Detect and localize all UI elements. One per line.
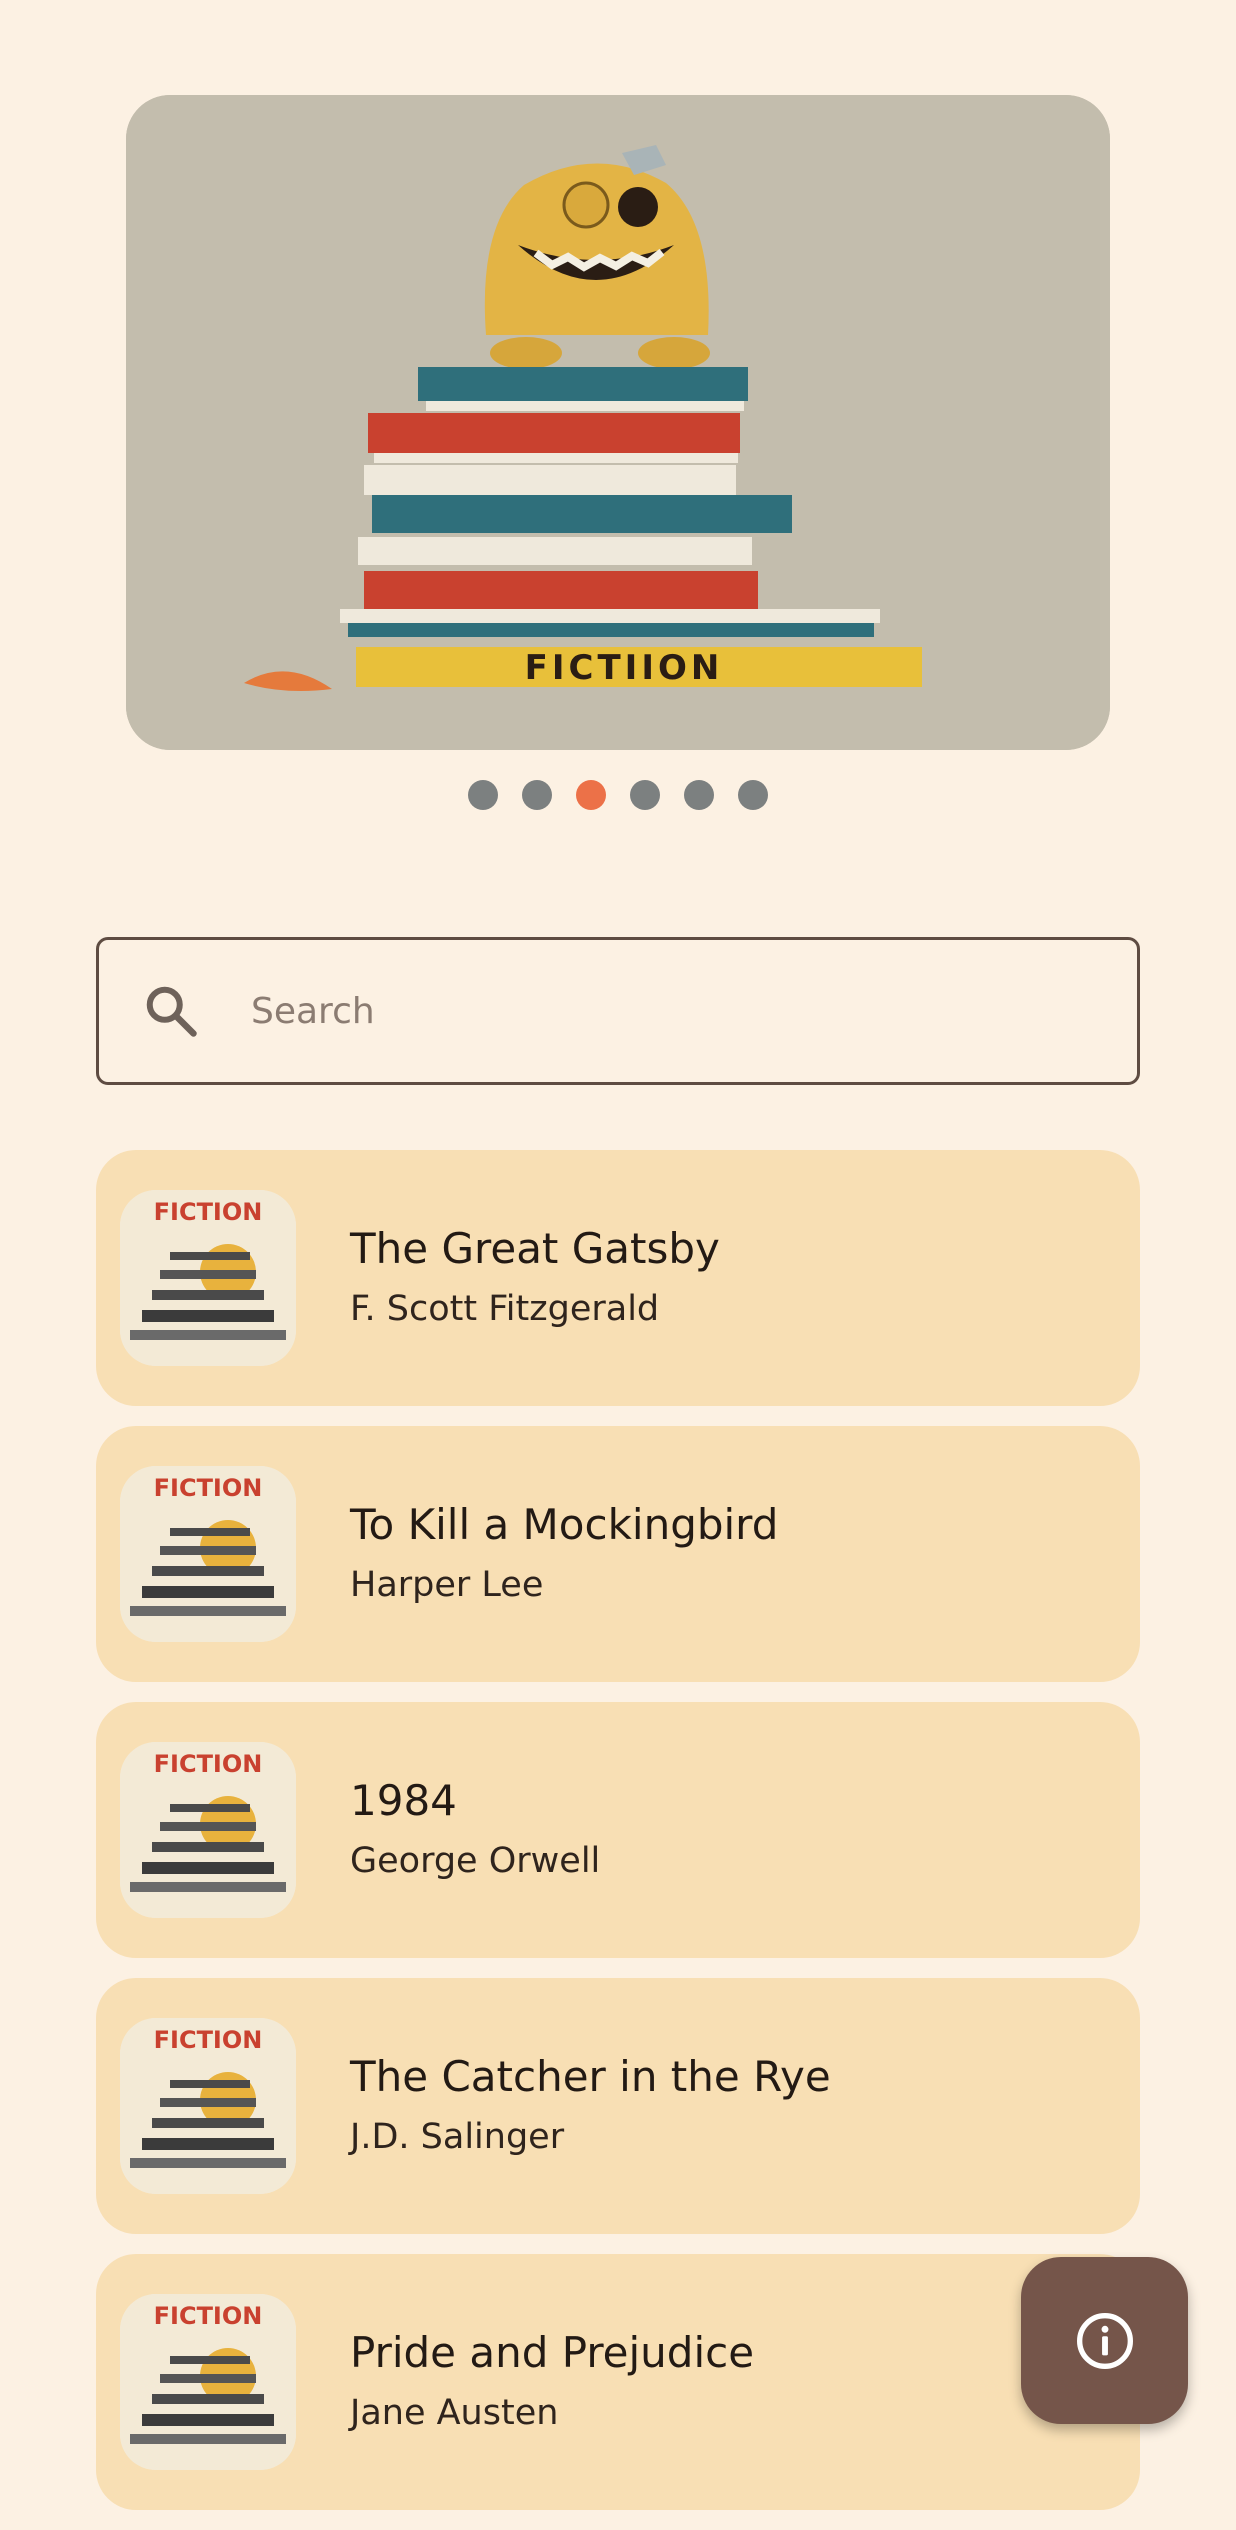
carousel-dot-1[interactable] [468, 780, 498, 810]
book-author: George Orwell [350, 1841, 601, 1881]
book-card-catcher-in-the-rye[interactable]: FICTION The Catcher in the Rye J.D. Sali… [96, 1978, 1140, 2234]
carousel-dot-4[interactable] [630, 780, 660, 810]
book-title: To Kill a Mockingbird [350, 1500, 779, 1549]
book-cover-thumbnail: FICTION [120, 1466, 296, 1642]
book-list: FICTION The Great Gatsby F. Scott Fitzge… [96, 1150, 1140, 2530]
book-author: J.D. Salinger [350, 2117, 565, 2157]
book-card-pride-and-prejudice[interactable]: FICTION Pride and Prejudice Jane Austen [96, 2254, 1140, 2510]
cover-text: FICTION [154, 1474, 263, 1502]
book-author: F. Scott Fitzgerald [350, 1289, 660, 1329]
cover-text: FICTION [154, 1198, 263, 1226]
carousel-dot-6[interactable] [738, 780, 768, 810]
book-title: The Great Gatsby [350, 1224, 720, 1273]
book-title: The Catcher in the Rye [350, 2052, 831, 2101]
info-icon [1076, 2312, 1133, 2369]
book-title: 1984 [350, 1776, 457, 1825]
carousel-dot-3-active[interactable] [576, 780, 606, 810]
hero-cover-text: FICTIION [525, 648, 724, 688]
book-cover-thumbnail: FICTION [120, 2294, 296, 2470]
book-cover-thumbnail: FICTION [120, 1190, 296, 1366]
book-title: Pride and Prejudice [350, 2328, 755, 2377]
book-author: Jane Austen [350, 2393, 559, 2433]
info-fab-button[interactable] [1021, 2257, 1188, 2424]
book-card-great-gatsby[interactable]: FICTION The Great Gatsby F. Scott Fitzge… [96, 1150, 1140, 1406]
hero-carousel[interactable]: FICTIION [126, 95, 1110, 750]
cover-text: FICTION [154, 2026, 263, 2054]
search-input[interactable] [251, 961, 1071, 1061]
hero-illustration: FICTIION [126, 95, 1110, 750]
book-card-to-kill-a-mockingbird[interactable]: FICTION To Kill a Mockingbird Harper Lee [96, 1426, 1140, 1682]
book-card-1984[interactable]: FICTION 1984 George Orwell [96, 1702, 1140, 1958]
carousel-indicator [0, 780, 1236, 810]
cover-text: FICTION [154, 1750, 263, 1778]
search-bar[interactable] [96, 937, 1140, 1085]
cover-text: FICTION [154, 2302, 263, 2330]
book-cover-thumbnail: FICTION [120, 1742, 296, 1918]
search-icon [146, 986, 197, 1037]
carousel-dot-5[interactable] [684, 780, 714, 810]
carousel-dot-2[interactable] [522, 780, 552, 810]
book-cover-thumbnail: FICTION [120, 2018, 296, 2194]
book-author: Harper Lee [350, 1565, 544, 1605]
